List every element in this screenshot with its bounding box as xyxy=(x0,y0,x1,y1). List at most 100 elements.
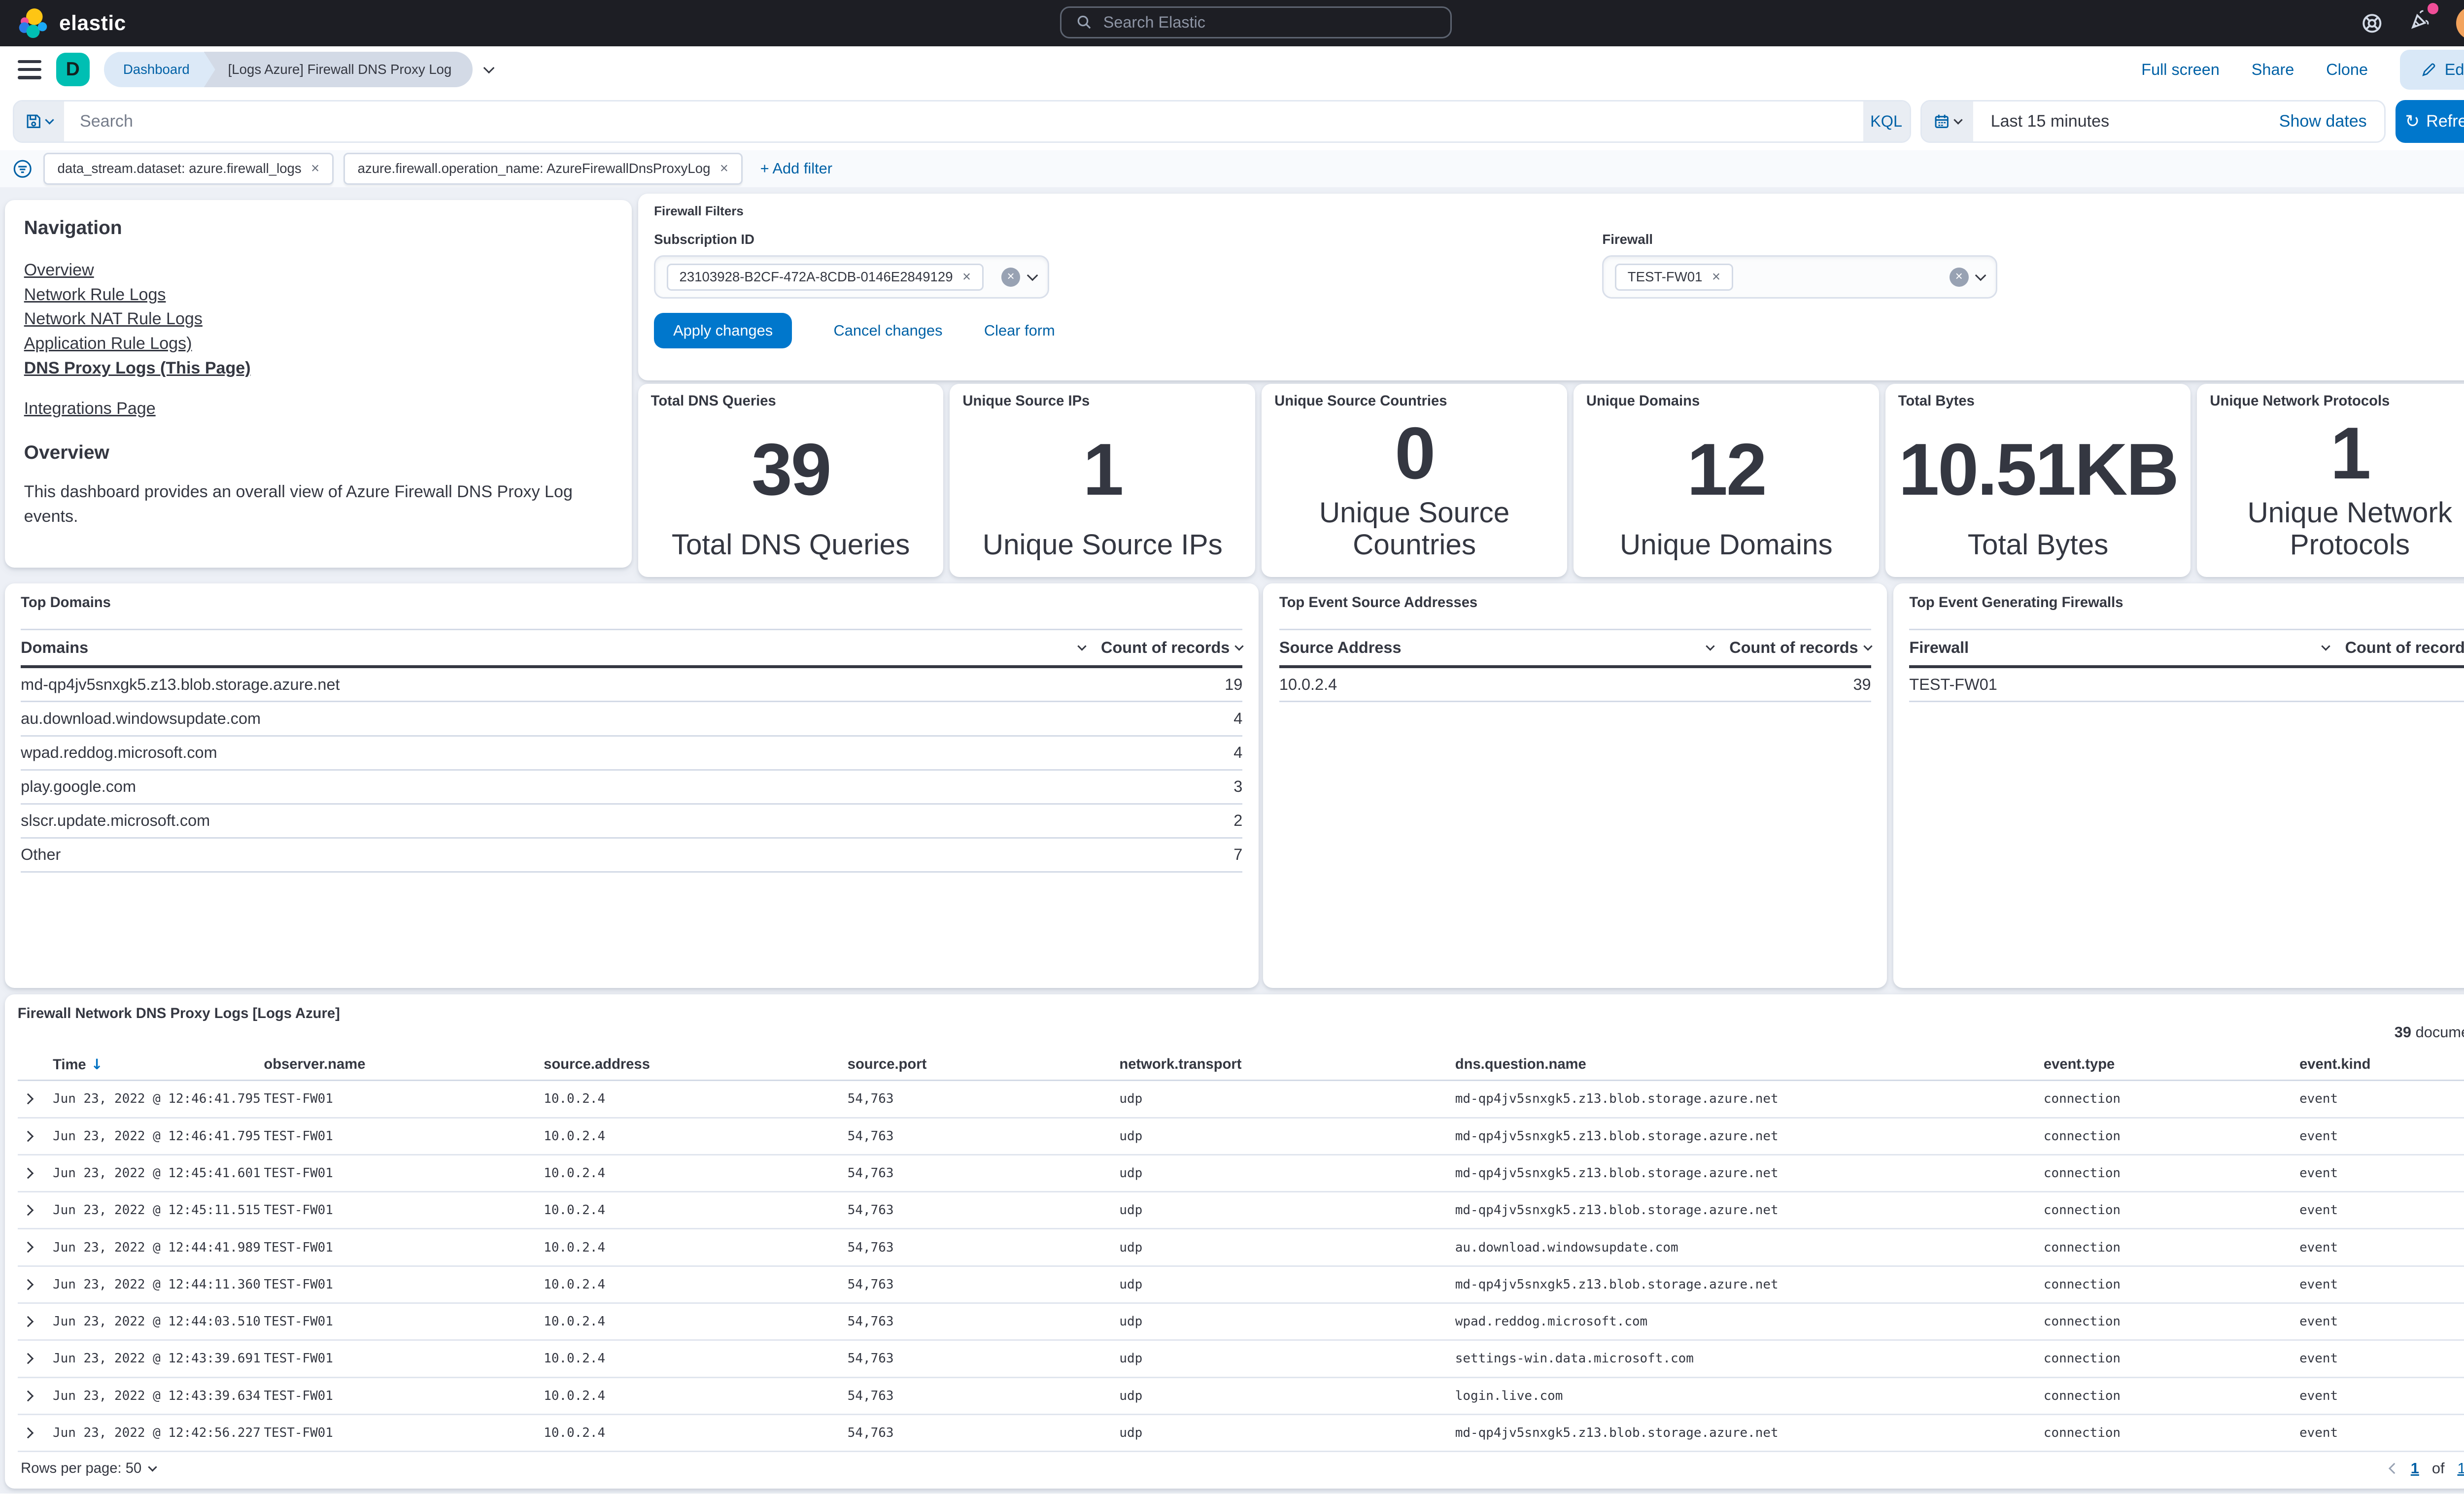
event-kind-cell: event xyxy=(2299,1240,2464,1255)
time-cell: Jun 23, 2022 @ 12:46:41.795 xyxy=(53,1091,264,1106)
event-kind-cell: event xyxy=(2299,1203,2464,1218)
navigation-link[interactable]: Application Rule Logs) xyxy=(24,332,613,356)
subscription-id-combobox[interactable]: 23103928-B2CF-472A-8CDB-0146E2849129 × × xyxy=(654,255,1049,299)
column-header-event-type[interactable]: event.type xyxy=(2044,1056,2299,1073)
logs-panel-title: Firewall Network DNS Proxy Logs [Logs Az… xyxy=(18,1006,2464,1022)
expand-row-icon[interactable] xyxy=(18,1091,53,1106)
user-avatar[interactable]: e xyxy=(2456,6,2464,40)
add-filter-button[interactable]: + Add filter xyxy=(760,160,832,177)
firewall-combobox[interactable]: TEST-FW01 × × xyxy=(1602,255,1997,299)
firewall-pill[interactable]: TEST-FW01 × xyxy=(1615,264,1733,291)
expand-row-icon[interactable] xyxy=(18,1314,53,1329)
time-cell: Jun 23, 2022 @ 12:45:41.601 xyxy=(53,1166,264,1181)
navigation-link[interactable]: Integrations Page xyxy=(24,397,613,421)
search-query-input[interactable]: Search xyxy=(64,102,1863,142)
close-icon[interactable]: × xyxy=(311,162,319,176)
edit-button[interactable]: Edit xyxy=(2400,50,2464,90)
column-header-source-address[interactable]: Source Address xyxy=(1279,639,1729,657)
expand-row-icon[interactable] xyxy=(18,1166,53,1181)
clear-selection-icon[interactable]: × xyxy=(1001,268,1021,287)
metric-card-title: Unique Network Protocols xyxy=(2210,393,2464,409)
page-number-current[interactable]: 1 xyxy=(2411,1460,2419,1477)
query-bar: Search KQL Last 15 minutes Show dates ↻ … xyxy=(0,93,2464,150)
breadcrumb-dashboard[interactable]: Dashboard xyxy=(104,52,215,87)
close-icon[interactable]: × xyxy=(962,270,971,284)
expand-row-icon[interactable] xyxy=(18,1277,53,1292)
column-header-observer-name[interactable]: observer.name xyxy=(264,1056,544,1073)
column-header-time[interactable]: Time↓ xyxy=(53,1056,264,1073)
observer-name-cell: TEST-FW01 xyxy=(264,1240,544,1255)
saved-query-menu-button[interactable] xyxy=(14,102,64,142)
column-header-source-address[interactable]: source.address xyxy=(544,1056,848,1073)
filter-pill[interactable]: data_stream.dataset: azure.firewall_logs… xyxy=(43,153,334,185)
show-dates-button[interactable]: Show dates xyxy=(2279,102,2385,142)
breadcrumb-chevron-down-icon[interactable] xyxy=(483,62,495,73)
column-header-count[interactable]: Count of records xyxy=(1101,639,1242,657)
navigation-link[interactable]: DNS Proxy Logs (This Page) xyxy=(24,356,613,381)
observer-name-cell: TEST-FW01 xyxy=(264,1351,544,1366)
refresh-button[interactable]: ↻ Refresh xyxy=(2396,100,2464,143)
time-cell: Jun 23, 2022 @ 12:43:39.634 xyxy=(53,1389,264,1403)
expand-row-icon[interactable] xyxy=(18,1426,53,1440)
column-header-event-kind[interactable]: event.kind xyxy=(2299,1056,2464,1073)
event-type-cell: connection xyxy=(2044,1426,2299,1440)
navigation-link[interactable]: Overview xyxy=(24,258,613,283)
global-search-input[interactable]: Search Elastic xyxy=(1060,6,1452,38)
time-range-value[interactable]: Last 15 minutes xyxy=(1973,102,2279,142)
expand-row-icon[interactable] xyxy=(18,1203,53,1218)
kql-language-button[interactable]: KQL xyxy=(1863,102,1910,142)
clone-button[interactable]: Clone xyxy=(2326,61,2368,79)
table-row: Other 7 xyxy=(21,839,1242,873)
network-transport-cell: udp xyxy=(1119,1277,1455,1292)
observer-name-cell: TEST-FW01 xyxy=(264,1129,544,1144)
expand-row-icon[interactable] xyxy=(18,1240,53,1255)
log-row: Jun 23, 2022 @ 12:44:03.510 TEST-FW01 10… xyxy=(18,1304,2464,1341)
newsfeed-icon[interactable] xyxy=(2408,8,2432,38)
filter-pill[interactable]: azure.firewall.operation_name: AzureFire… xyxy=(343,153,743,185)
filter-group-icon[interactable] xyxy=(11,158,34,180)
clear-form-button[interactable]: Clear form xyxy=(984,322,1055,340)
column-header-firewall[interactable]: Firewall xyxy=(1909,639,2345,657)
navigation-link[interactable]: Network Rule Logs xyxy=(24,283,613,307)
column-header-network-transport[interactable]: network.transport xyxy=(1119,1056,1455,1073)
help-icon[interactable] xyxy=(2360,11,2384,35)
apply-changes-button[interactable]: Apply changes xyxy=(654,313,792,348)
full-screen-button[interactable]: Full screen xyxy=(2141,61,2220,79)
close-icon[interactable]: × xyxy=(720,162,728,176)
close-icon[interactable]: × xyxy=(1712,270,1720,284)
subscription-id-pill[interactable]: 23103928-B2CF-472A-8CDB-0146E2849129 × xyxy=(667,264,984,291)
time-cell: Jun 23, 2022 @ 12:45:11.515 xyxy=(53,1203,264,1218)
metric-card-label: Unique Source IPs xyxy=(962,529,1242,561)
rows-per-page-button[interactable]: Rows per page: 50 xyxy=(21,1460,156,1477)
source-address-cell: 10.0.2.4 xyxy=(544,1166,848,1181)
dns-question-name-cell: settings-win.data.microsoft.com xyxy=(1455,1351,2044,1366)
top-app-bar: elastic Search Elastic e xyxy=(0,0,2464,46)
domain-cell: Other xyxy=(21,846,1233,864)
chevron-down-icon[interactable] xyxy=(1027,270,1038,281)
column-header-dns-question-name[interactable]: dns.question.name xyxy=(1455,1056,2044,1073)
clear-selection-icon[interactable]: × xyxy=(1950,268,1969,287)
share-button[interactable]: Share xyxy=(2252,61,2294,79)
expand-row-icon[interactable] xyxy=(18,1351,53,1366)
event-type-cell: connection xyxy=(2044,1129,2299,1144)
navigation-link[interactable]: Network NAT Rule Logs xyxy=(24,307,613,332)
expand-row-icon[interactable] xyxy=(18,1389,53,1403)
metric-card: Unique Domains 12 Unique Domains xyxy=(1574,384,1879,577)
log-row: Jun 23, 2022 @ 12:43:39.634 TEST-FW01 10… xyxy=(18,1378,2464,1415)
chevron-down-icon[interactable] xyxy=(1975,270,1986,281)
previous-page-icon[interactable] xyxy=(2388,1463,2399,1474)
column-header-domains[interactable]: Domains xyxy=(21,639,1101,657)
date-quick-menu-button[interactable] xyxy=(1922,102,1973,142)
expand-row-icon[interactable] xyxy=(18,1129,53,1144)
space-badge[interactable]: D xyxy=(56,53,90,86)
page-number-last[interactable]: 1 xyxy=(2458,1460,2464,1477)
column-header-count[interactable]: Count of records xyxy=(1729,639,1871,657)
dns-question-name-cell: wpad.reddog.microsoft.com xyxy=(1455,1314,2044,1329)
network-transport-cell: udp xyxy=(1119,1351,1455,1366)
menu-icon[interactable] xyxy=(18,60,42,79)
kql-label: KQL xyxy=(1870,112,1902,131)
column-header-source-port[interactable]: source.port xyxy=(848,1056,1120,1073)
column-header-count[interactable]: Count of records xyxy=(2345,639,2464,657)
elastic-logo[interactable]: elastic xyxy=(18,7,126,39)
cancel-changes-button[interactable]: Cancel changes xyxy=(834,322,943,340)
